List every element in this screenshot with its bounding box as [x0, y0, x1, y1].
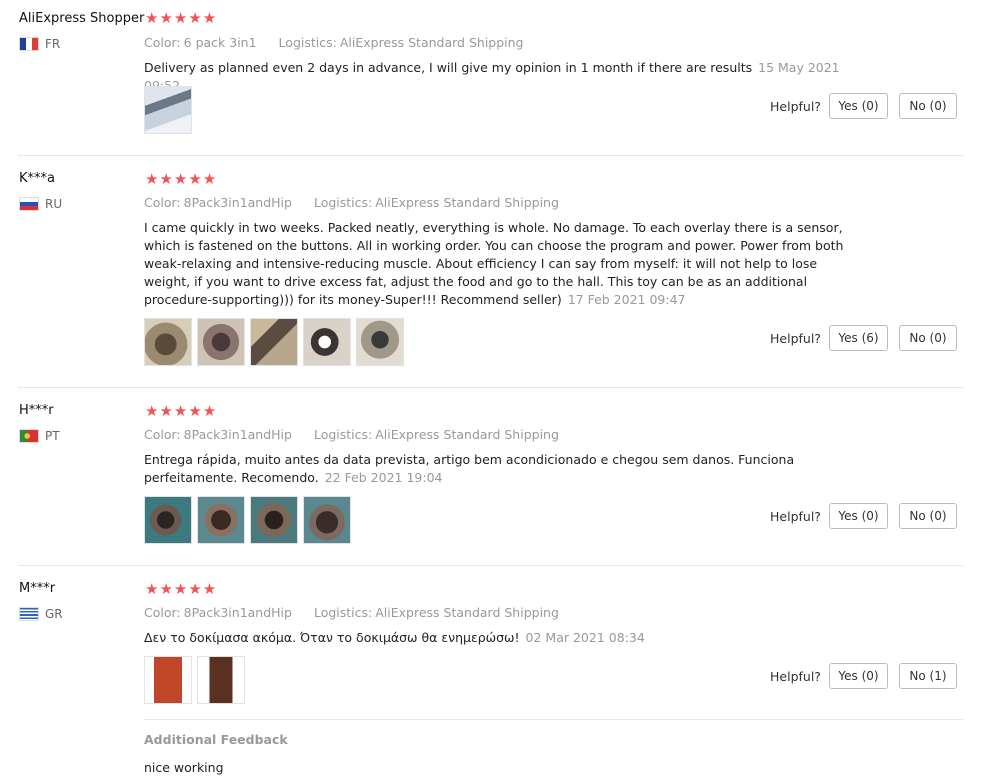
helpful-yes-button[interactable]: Yes (0) [829, 663, 888, 689]
logistics-value: AliExpress Standard Shipping [375, 195, 559, 210]
review-photo-thumbnail[interactable] [303, 496, 351, 544]
review-meta: Color: 8Pack3in1andHip Logistics: AliExpre… [144, 427, 559, 442]
additional-feedback-divider [144, 719, 963, 720]
review-photo-thumbnail[interactable] [197, 496, 245, 544]
flag-russia-icon [19, 197, 39, 211]
helpful-label: Helpful? [770, 669, 821, 684]
review-text: Entrega rápida, muito antes da data prev… [144, 452, 795, 485]
helpful-no-button[interactable]: No (0) [899, 325, 957, 351]
review-photo-thumbnail[interactable] [250, 496, 298, 544]
star-rating: ★★★★★ [145, 402, 218, 420]
logistics-value: AliExpress Standard Shipping [375, 427, 559, 442]
additional-feedback-title: Additional Feedback [144, 732, 288, 747]
color-value: 8Pack3in1andHip [183, 195, 292, 210]
color-value: 8Pack3in1andHip [183, 427, 292, 442]
logistics-value: AliExpress Standard Shipping [339, 35, 524, 50]
helpful-yes-button[interactable]: Yes (0) [829, 93, 888, 119]
reviewer-country: PT [19, 429, 60, 443]
helpful-no-button[interactable]: No (1) [899, 663, 957, 689]
review-date: 17 Feb 2021 09:47 [567, 292, 686, 307]
review-text: Delivery as planned even 2 days in advan… [144, 59, 864, 95]
review-text: Δεν το δοκίμασα ακόμα. Όταν το δοκιμάσω … [144, 630, 645, 645]
reviewer-name: K***a [19, 171, 55, 186]
review-photos [144, 318, 404, 366]
review-photo-thumbnail[interactable] [303, 318, 351, 366]
review-photo-thumbnail[interactable] [197, 656, 245, 704]
review-photo-thumbnail[interactable] [144, 86, 192, 134]
review-divider [18, 387, 963, 388]
review-photo-thumbnail[interactable] [250, 318, 298, 366]
flag-greece-icon [19, 607, 39, 621]
helpful-label: Helpful? [770, 331, 821, 346]
review-date: 02 Mar 2021 08:34 [525, 630, 645, 645]
review-photo-thumbnail[interactable] [197, 318, 245, 366]
helpful-no-button[interactable]: No (0) [899, 503, 957, 529]
reviewer-name: M***r [19, 581, 56, 596]
helpful-no-button[interactable]: No (0) [899, 93, 957, 119]
review-divider [18, 565, 963, 566]
review-photos [144, 496, 351, 544]
review-divider [18, 155, 963, 156]
review-photo-thumbnail[interactable] [144, 318, 192, 366]
color-value: 8Pack3in1andHip [183, 605, 292, 620]
logistics-value: AliExpress Standard Shipping [375, 605, 559, 620]
helpful-yes-button[interactable]: Yes (6) [829, 325, 888, 351]
star-rating: ★★★★★ [145, 9, 218, 27]
review-photos [144, 656, 245, 704]
review-date: 22 Feb 2021 19:04 [324, 470, 443, 485]
helpful-yes-button[interactable]: Yes (0) [829, 503, 888, 529]
color-value: 6 pack 3in1 [183, 35, 257, 50]
star-rating: ★★★★★ [145, 170, 218, 188]
star-rating: ★★★★★ [145, 580, 218, 598]
review-photo-thumbnail[interactable] [144, 496, 192, 544]
flag-france-icon [19, 37, 39, 51]
review-text: I came quickly in two weeks. Packed neat… [144, 220, 844, 307]
review-photos [144, 86, 192, 134]
helpful-label: Helpful? [770, 509, 821, 524]
reviewer-country: RU [19, 197, 62, 211]
review-meta: Color: 8Pack3in1andHip Logistics: AliExpre… [144, 195, 559, 210]
reviewer-country: GR [19, 607, 63, 621]
reviewer-name: H***r [19, 403, 54, 418]
reviewer-country: FR [19, 37, 60, 51]
flag-portugal-icon [19, 429, 39, 443]
additional-feedback-text: nice working [144, 760, 224, 775]
review-photo-thumbnail[interactable] [144, 656, 192, 704]
review-meta: Color: 8Pack3in1andHip Logistics: AliExpre… [144, 605, 559, 620]
review-meta: Color: 6 pack 3in1 Logistics: AliExpress S… [144, 35, 524, 50]
helpful-label: Helpful? [770, 99, 821, 114]
review-photo-thumbnail[interactable] [356, 318, 404, 366]
reviewer-name: AliExpress Shopper [19, 11, 145, 26]
